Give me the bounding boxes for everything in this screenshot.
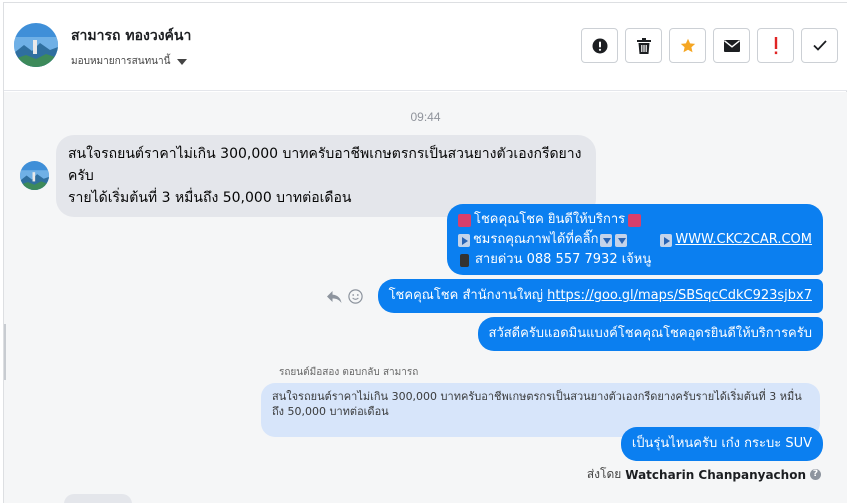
thread-header: สามารถ ทองวงค์นา มอบหมายการสนทนานี้ (4, 3, 847, 91)
envelope-emoji-icon (458, 213, 471, 227)
down-arrow-emoji-icon (600, 233, 613, 247)
star-button[interactable] (669, 28, 706, 63)
spam-alert-button[interactable] (581, 28, 618, 63)
contact-name: สามารถ ทองวงค์นา (71, 28, 192, 44)
help-icon[interactable]: ? (810, 469, 821, 480)
sender-name: Watcharin Chanpanyachon (625, 467, 806, 482)
sent-by-prefix: ส่งโดย (586, 467, 622, 481)
trash-icon (636, 37, 651, 54)
outgoing-message[interactable]: สวัสดีครับแอดมินแบงค์โชคคุณโชคอุดรยินดีใ… (477, 317, 823, 351)
message-thread-panel: สามารถ ทองวงค์นา มอบหมายการสนทนานี้ 09:4… (3, 2, 847, 503)
play-emoji-icon (660, 233, 673, 247)
play-emoji-icon (458, 233, 470, 247)
sent-by-label: ส่งโดย Watcharin Chanpanyachon ? (587, 465, 821, 484)
star-icon (680, 38, 695, 52)
assign-label: มอบหมายการสนทนานี้ (71, 56, 171, 67)
message-timestamp: 09:44 (410, 110, 441, 124)
outgoing-message-card[interactable]: โชคคุณโชค ยินดีให้บริการ ชมรถคุณภาพได้ที… (447, 204, 823, 275)
reply-note-text: รถยนต์มือสอง ตอบกลับ สามารถ (279, 367, 419, 378)
card-line: ชมรถคุณภาพได้ที่คลิ๊ก (472, 232, 599, 247)
reply-icon[interactable] (326, 290, 342, 304)
incoming-message-partial[interactable] (64, 494, 132, 503)
phone-emoji-icon (460, 253, 469, 267)
envelope-icon (723, 39, 740, 52)
contact-avatar[interactable] (14, 23, 58, 67)
incoming-line: สนใจรถยนต์ราคาไม่เกิน 300,000 บาทครับอาช… (68, 146, 582, 184)
website-link[interactable]: WWW.CKC2CAR.COM (675, 230, 812, 250)
assign-conversation-dropdown[interactable]: มอบหมายการสนทนานี้ (71, 54, 188, 69)
checkmark-icon (812, 40, 827, 51)
down-arrow-emoji-icon (615, 233, 628, 247)
thread-toolbar (581, 28, 838, 63)
reply-context-label: รถยนต์มือสอง ตอบกลับ สามารถ (279, 365, 418, 380)
maps-link[interactable]: https://goo.gl/maps/SBSqcCdkC923sjbx7 (547, 288, 812, 303)
conversation-area[interactable]: 09:44 สนใจรถยนต์ราคาไม่เกิน 300,000 บาทค… (4, 92, 847, 503)
card-line: สายด่วน 088 557 7932 เจ้หนู (475, 252, 652, 267)
card-line: โชคคุณโชค ยินดีให้บริการ (474, 212, 626, 227)
mark-important-button[interactable] (757, 28, 794, 63)
contact-avatar-small (20, 161, 49, 190)
mark-unread-button[interactable] (713, 28, 750, 63)
alert-circle-icon (592, 38, 607, 53)
message-text: เป็นรุ่นไหนครับ เก๋ง กระบะ SUV (631, 436, 812, 451)
mark-done-button[interactable] (801, 28, 838, 63)
delete-button[interactable] (625, 28, 662, 63)
message-text: โชคคุณโชค สำนักงานใหญ่ (388, 288, 548, 303)
outgoing-reply-message[interactable]: เป็นรุ่นไหนครับ เก๋ง กระบะ SUV (620, 427, 823, 461)
exclamation-icon (774, 36, 777, 54)
scrollbar[interactable] (4, 324, 6, 380)
envelope-emoji-icon (628, 213, 642, 227)
message-actions (326, 289, 363, 304)
quoted-text: สนใจรถยนต์ราคาไม่เกิน 300,000 บาทครับอาช… (272, 390, 802, 418)
outgoing-message[interactable]: โชคคุณโชค สำนักงานใหญ่ https://goo.gl/ma… (377, 279, 823, 313)
react-emoji-icon[interactable] (348, 289, 363, 304)
message-text: สวัสดีครับแอดมินแบงค์โชคคุณโชคอุดรยินดีใ… (488, 326, 812, 341)
caret-down-icon (177, 58, 188, 65)
